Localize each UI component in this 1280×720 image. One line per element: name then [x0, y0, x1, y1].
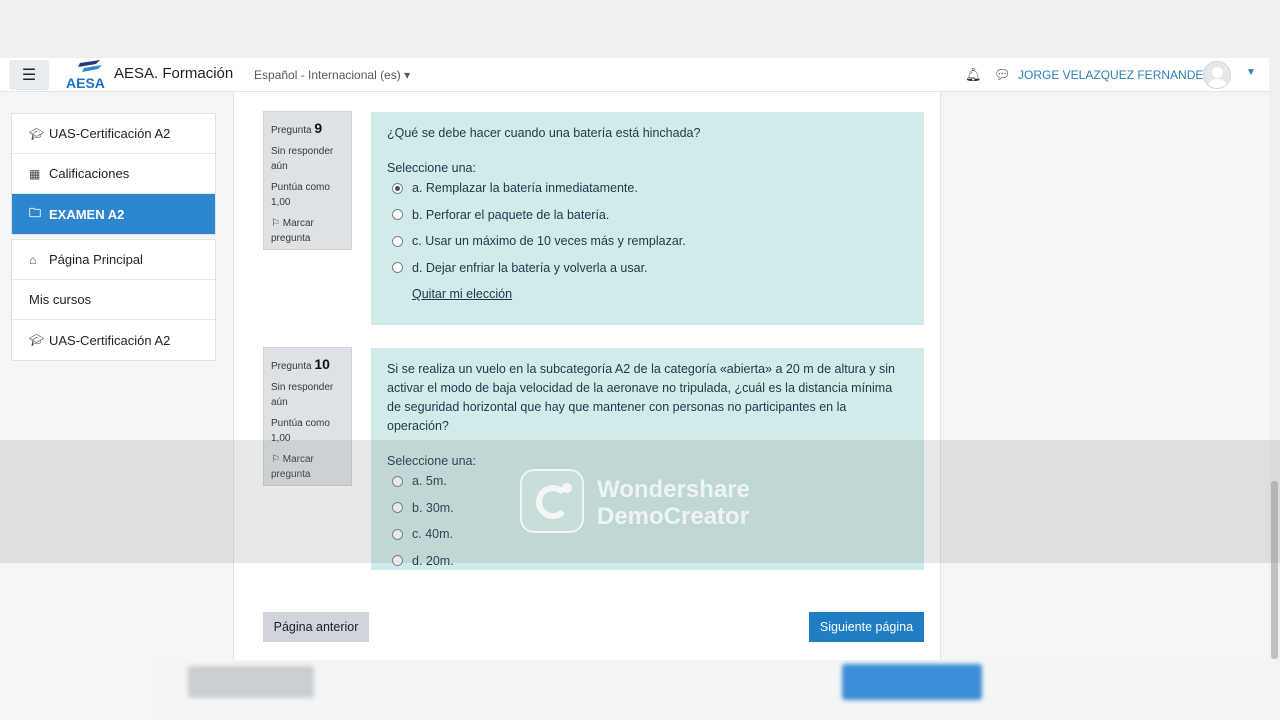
nav-item-label: Página Principal: [49, 252, 143, 267]
question-status: Sin responder aún: [271, 382, 334, 408]
nav-item-label: Calificaciones: [49, 166, 130, 181]
watermark-text: Wondershare DemoCreator: [597, 476, 750, 530]
select-one-label: Seleccione una:: [387, 161, 476, 175]
answer-option[interactable]: a. Remplazar la batería inmediatamente.: [387, 175, 908, 202]
question-9-info: Pregunta 9 Sin responder aún Puntúa como…: [263, 111, 352, 250]
radio-button-selected[interactable]: [392, 182, 403, 194]
blurred-bottom-strip: [152, 660, 1280, 720]
site-brand[interactable]: AESA. Formación: [114, 65, 233, 82]
nav-item-home[interactable]: ⌂ Página Principal: [12, 240, 215, 280]
radio-button[interactable]: [392, 235, 403, 247]
folder-icon: 🗀︎: [29, 205, 42, 220]
next-page-button[interactable]: Siguiente página: [809, 612, 924, 642]
blurred-next-button-shape: [842, 664, 982, 700]
nav-item-exam[interactable]: 🗀︎ EXAMEN A2: [12, 194, 215, 234]
avatar-head-shape: [1212, 67, 1223, 78]
democreator-logo-icon: [520, 469, 584, 533]
menu-toggle-button[interactable]: ☰: [9, 60, 49, 90]
question-text: Si se realiza un vuelo en la subcategorí…: [387, 362, 895, 433]
blurred-browser-header: [0, 0, 1280, 58]
question-number: Pregunta 10: [271, 356, 330, 373]
avatar-body-shape: [1208, 79, 1227, 88]
table-icon: ▦: [29, 166, 41, 181]
home-icon: ⌂: [29, 252, 37, 267]
radio-button[interactable]: [392, 209, 403, 221]
user-menu-name[interactable]: JORGE VELAZQUEZ FERNANDEZ: [1018, 68, 1211, 82]
nav-item-course-2[interactable]: 🎓︎ UAS-Certificación A2: [12, 320, 215, 360]
answer-option[interactable]: d. Dejar enfriar la batería y volverla a…: [387, 255, 908, 282]
question-9-box: ¿Qué se debe hacer cuando una batería es…: [371, 112, 924, 325]
previous-page-button[interactable]: Página anterior: [263, 612, 369, 642]
nav-item-grades[interactable]: ▦ Calificaciones: [12, 154, 215, 194]
graduation-cap-icon: 🎓︎: [29, 126, 45, 141]
blurred-prev-button-shape: [188, 666, 314, 698]
course-nav-drawer: 🎓︎ UAS-Certificación A2 ▦ Calificaciones…: [11, 113, 216, 361]
question-status: Sin responder aún: [271, 146, 334, 172]
answer-option[interactable]: c. Usar un máximo de 10 veces más y remp…: [387, 228, 908, 255]
nav-item-label: UAS-Certificación A2: [49, 332, 171, 348]
hamburger-icon: ☰: [21, 67, 37, 84]
page-scrollbar[interactable]: [1269, 58, 1280, 720]
nav-item-label: Mis cursos: [29, 292, 92, 307]
user-menu-chevron-icon[interactable]: ▼: [1246, 67, 1256, 78]
language-selector[interactable]: Español - Internacional (es) ▾: [254, 68, 410, 82]
chevron-down-icon: ▾: [404, 68, 411, 82]
aesa-logo: AESA: [66, 60, 105, 90]
nav-item-my-courses[interactable]: Mis cursos: [12, 280, 215, 320]
nav-item-label: UAS-Certificación A2: [49, 126, 171, 141]
nav-item-course[interactable]: 🎓︎ UAS-Certificación A2: [12, 114, 215, 154]
question-score: Puntúa como 1,00: [271, 182, 330, 208]
question-number: Pregunta 9: [271, 120, 323, 137]
nav-item-label: EXAMEN A2: [49, 206, 125, 222]
messages-icon[interactable]: 💬︎: [994, 67, 1011, 83]
top-navbar: ☰ AESA AESA. Formación Español - Interna…: [0, 58, 1280, 92]
svg-text:AESA: AESA: [66, 75, 105, 90]
flag-icon: ⚐: [271, 218, 280, 229]
nav-group-course: 🎓︎ UAS-Certificación A2 ▦ Calificaciones…: [11, 113, 216, 235]
radio-button[interactable]: [392, 262, 403, 274]
nav-group-site: ⌂ Página Principal Mis cursos 🎓︎ UAS-Cer…: [11, 239, 216, 361]
answer-option[interactable]: b. Perforar el paquete de la batería.: [387, 202, 908, 229]
question-text: ¿Qué se debe hacer cuando una batería es…: [387, 126, 701, 140]
graduation-cap-icon: 🎓︎: [29, 333, 45, 347]
notification-bell-icon[interactable]: 🔔︎: [965, 67, 982, 83]
clear-choice-link[interactable]: Quitar mi elección: [412, 287, 512, 301]
language-label: Español - Internacional (es): [254, 68, 401, 82]
flag-question-link[interactable]: ⚐ Marcar pregunta: [271, 216, 344, 246]
avatar[interactable]: [1203, 61, 1231, 89]
